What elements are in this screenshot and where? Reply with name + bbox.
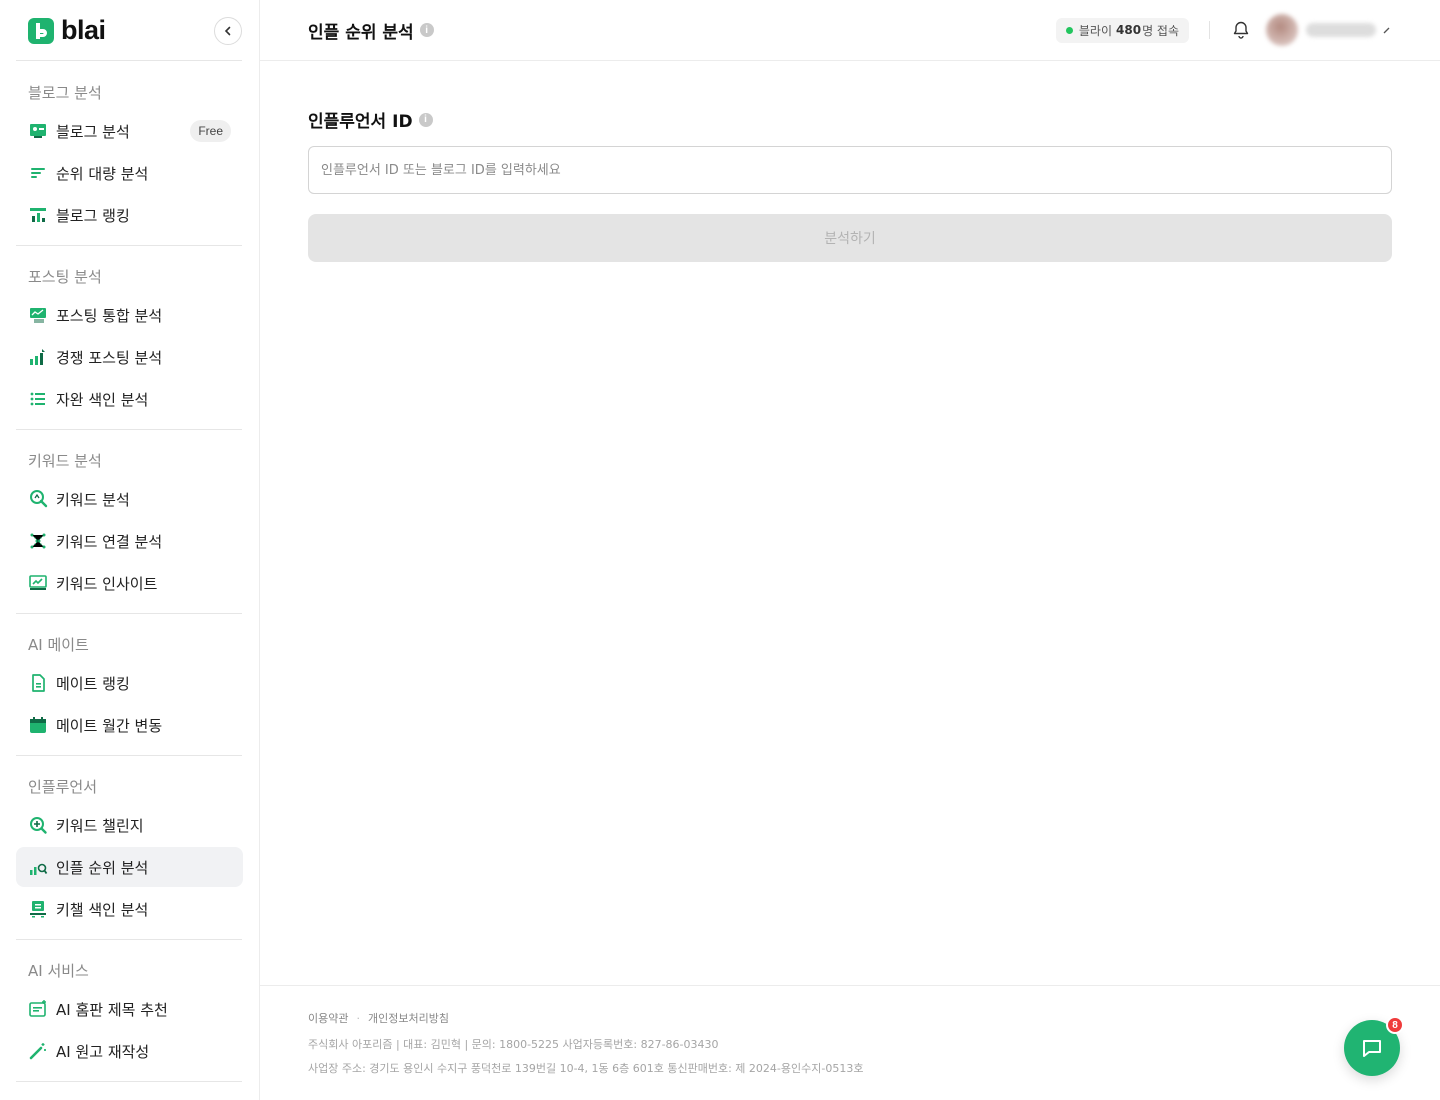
sidebar-item[interactable]: 키워드 연결 분석 — [16, 521, 243, 561]
calendar-icon — [28, 715, 48, 735]
sidebar-item[interactable]: 키워드 분석 — [16, 479, 243, 519]
chevron-left-icon — [224, 26, 231, 35]
online-suffix: 명 접속 — [1142, 23, 1179, 38]
sidebar-section: 인플루언서키워드 챌린지인플 순위 분석키챌 색인 분석 — [0, 755, 259, 939]
sidebar-item-label: 인플 순위 분석 — [56, 858, 149, 877]
sidebar-item[interactable]: AI 원고 재작성 — [16, 1031, 243, 1071]
sidebar-item[interactable]: 메이트 월간 변동 — [16, 705, 243, 745]
sidebar-item[interactable]: 블로그 랭킹 — [16, 195, 243, 235]
notification-bell-icon[interactable] — [1230, 19, 1252, 41]
chat-button[interactable]: 8 — [1344, 1016, 1404, 1076]
influencer-id-input[interactable] — [308, 146, 1392, 194]
sidebar-item[interactable]: 자완 색인 분석 — [16, 379, 243, 419]
sidebar-section-title: 키워드 분석 — [28, 452, 102, 470]
sidebar-item[interactable]: 메이트 랭킹 — [16, 663, 243, 703]
free-badge: Free — [190, 120, 231, 142]
sidebar-item[interactable]: AI 홈판 제목 추천 — [16, 989, 243, 1029]
sidebar-section: 확장기능 — [0, 1081, 259, 1100]
sidebar-section: 포스팅 분석포스팅 통합 분석경쟁 포스팅 분석자완 색인 분석 — [0, 245, 259, 429]
address-info: 사업장 주소: 경기도 용인시 수지구 풍덕천로 139번길 10-4, 1동 … — [308, 1062, 864, 1075]
footer-separator: · — [356, 1011, 360, 1025]
chevron-down-icon — [1383, 27, 1390, 34]
influencer-id-label: 인플루언서 ID — [308, 112, 413, 132]
online-count: 480 — [1116, 23, 1142, 37]
sidebar-item-label: 경쟁 포스팅 분석 — [56, 348, 163, 367]
brand-header: blai — [0, 0, 259, 61]
influencer-rank-icon — [28, 857, 48, 877]
chat-bubble-icon — [1363, 1040, 1381, 1057]
sidebar-item-label: 순위 대량 분석 — [56, 164, 149, 183]
info-icon[interactable]: i — [418, 112, 433, 127]
magic-wand-icon — [28, 1041, 48, 1061]
page-title: 인플 순위 분석 — [308, 22, 414, 43]
header-divider — [1209, 21, 1210, 39]
terms-link[interactable]: 이용약관 — [308, 1010, 348, 1026]
sidebar-item[interactable]: 키챌 색인 분석 — [16, 889, 243, 929]
sidebar-section: 블로그 분석 블로그 분석 Free 순위 대량 분석 블로그 랭킹 — [0, 61, 259, 245]
sidebar-section-title: 인플루언서 — [28, 778, 98, 796]
sidebar-section-title: 블로그 분석 — [28, 84, 102, 102]
challenge-index-icon — [28, 899, 48, 919]
brand-name[interactable]: blai — [61, 15, 106, 46]
company-info: 주식회사 아포리즘 | 대표: 김민혁 | 문의: 1800-5225 사업자등… — [308, 1038, 719, 1051]
posting-integrated-icon — [28, 305, 48, 325]
sidebar-item-label: 메이트 랭킹 — [56, 674, 130, 693]
sidebar-section-title: AI 서비스 — [28, 962, 89, 980]
sidebar-item-label: 키워드 연결 분석 — [56, 532, 163, 551]
sidebar-item-label: 블로그 분석 — [56, 122, 130, 141]
sidebar-item-label: 키챌 색인 분석 — [56, 900, 149, 919]
top-header: 인플 순위 분석 i 블라이 480 명 접속 — [260, 0, 1440, 61]
online-users-badge: 블라이 480 명 접속 — [1055, 17, 1189, 43]
collapse-sidebar-button[interactable] — [214, 16, 242, 45]
blog-analysis-icon — [28, 121, 48, 141]
index-list-icon — [28, 389, 48, 409]
field-label-row: 인플루언서 ID i — [308, 107, 1392, 132]
sidebar-item[interactable]: 순위 대량 분석 — [16, 153, 243, 193]
footer: 이용약관 · 개인정보처리방침 주식회사 아포리즘 | 대표: 김민혁 | 문의… — [260, 985, 1440, 1100]
sidebar-section: AI 메이트메이트 랭킹메이트 월간 변동 — [0, 613, 259, 755]
blog-ranking-icon — [28, 205, 48, 225]
sidebar-item-label: AI 홈판 제목 추천 — [56, 1000, 168, 1019]
sidebar-item-label: 포스팅 통합 분석 — [56, 306, 163, 325]
keyword-network-icon — [28, 531, 48, 551]
sidebar-item[interactable]: 키워드 챌린지 — [16, 805, 243, 845]
sidebar-item-label: 키워드 챌린지 — [56, 816, 144, 835]
keyword-search-icon — [28, 489, 48, 509]
sidebar-section-title: 포스팅 분석 — [28, 268, 102, 286]
sidebar-nav: 블로그 분석 블로그 분석 Free 순위 대량 분석 블로그 랭킹 포스팅 분석 포스팅 … — [0, 61, 259, 1100]
analyze-button[interactable]: 분석하기 — [308, 214, 1392, 262]
sidebar-item-label: AI 원고 재작성 — [56, 1042, 150, 1061]
main-content: 인플루언서 ID i 분석하기 — [260, 61, 1440, 262]
bulk-rank-icon — [28, 163, 48, 183]
avatar[interactable] — [1266, 14, 1298, 46]
sidebar-item-label: 블로그 랭킹 — [56, 206, 130, 225]
sidebar-section: 키워드 분석 키워드 분석 키워드 연결 분석 키워드 인사이트 — [0, 429, 259, 613]
sidebar: blai 블로그 분석 블로그 분석 Free 순위 대량 분석 블로그 랭킹 포스팅 분… — [0, 0, 260, 1100]
info-icon[interactable]: i — [419, 23, 434, 37]
sidebar-item[interactable]: 포스팅 통합 분석 — [16, 295, 243, 335]
competitor-posting-icon — [28, 347, 48, 367]
sidebar-item[interactable]: 인플 순위 분석 — [16, 847, 243, 887]
sidebar-item[interactable]: 경쟁 포스팅 분석 — [16, 337, 243, 377]
sidebar-item-label: 키워드 인사이트 — [56, 574, 158, 593]
sidebar-item-label: 메이트 월간 변동 — [56, 716, 163, 735]
blai-logo-icon[interactable] — [28, 17, 54, 44]
profile-menu[interactable] — [1266, 14, 1392, 46]
privacy-policy-link[interactable]: 개인정보처리방침 — [368, 1010, 449, 1026]
footer-links: 이용약관 · 개인정보처리방침 — [308, 1010, 1392, 1026]
keyword-insight-icon — [28, 573, 48, 593]
sidebar-section-title: AI 메이트 — [28, 636, 89, 654]
chat-unread-badge: 8 — [1386, 1016, 1404, 1034]
document-icon — [28, 673, 48, 693]
online-prefix: 블라이 — [1078, 23, 1112, 38]
ai-title-icon — [28, 999, 48, 1019]
online-status-dot — [1065, 26, 1073, 34]
profile-name-blurred — [1306, 23, 1376, 37]
sidebar-item[interactable]: 키워드 인사이트 — [16, 563, 243, 603]
sidebar-section: AI 서비스 AI 홈판 제목 추천 AI 원고 재작성 — [0, 939, 259, 1081]
sidebar-item-label: 자완 색인 분석 — [56, 390, 149, 409]
sidebar-item[interactable]: 블로그 분석 Free — [16, 111, 243, 151]
sidebar-item-label: 키워드 분석 — [56, 490, 130, 509]
keyword-challenge-icon — [28, 815, 48, 835]
